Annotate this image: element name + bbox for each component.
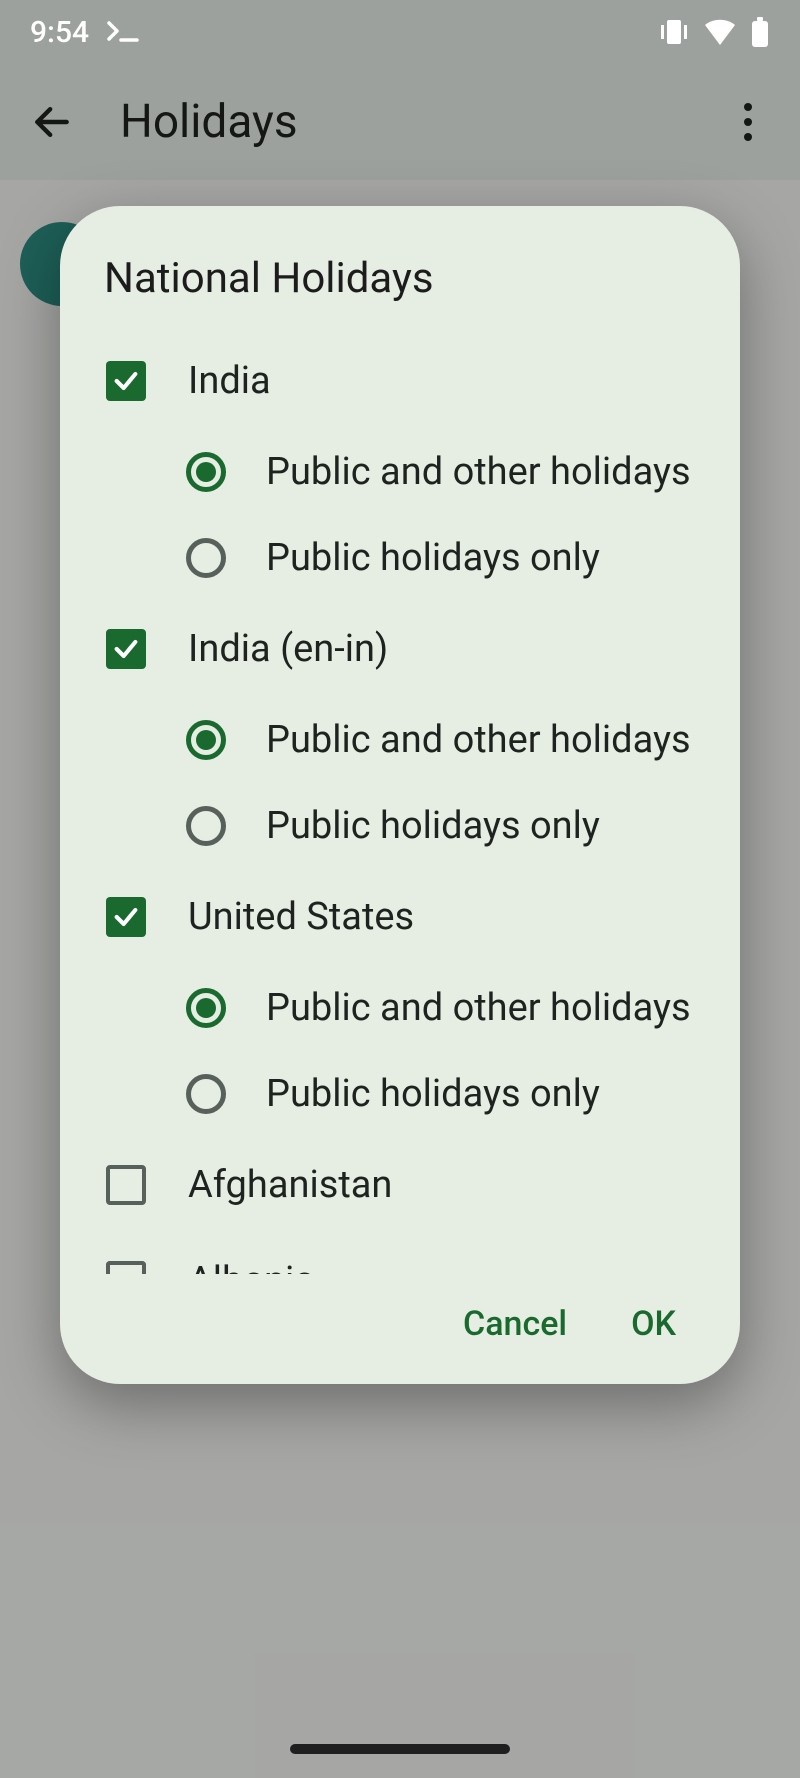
radio-unselected-icon[interactable] [186, 538, 226, 578]
cancel-button[interactable]: Cancel [463, 1304, 567, 1344]
checkbox-unchecked-icon[interactable] [106, 1261, 146, 1274]
checkbox-checked-icon[interactable] [106, 629, 146, 669]
country-label: United States [188, 895, 414, 939]
ok-button[interactable]: OK [631, 1304, 676, 1344]
dialog-actions: Cancel OK [60, 1274, 740, 1384]
country-row[interactable]: India [100, 333, 700, 429]
gesture-nav-pill[interactable] [290, 1744, 510, 1754]
radio-row[interactable]: Public holidays only [100, 783, 700, 869]
radio-label: Public and other holidays [266, 718, 691, 762]
radio-label: Public and other holidays [266, 450, 691, 494]
vibrate-icon [658, 18, 690, 46]
country-row[interactable]: United States [100, 869, 700, 965]
radio-unselected-icon[interactable] [186, 806, 226, 846]
checkbox-checked-icon[interactable] [106, 897, 146, 937]
country-label: Afghanistan [188, 1163, 392, 1207]
radio-label: Public holidays only [266, 804, 600, 848]
checkbox-unchecked-icon[interactable] [106, 1165, 146, 1205]
radio-row[interactable]: Public and other holidays [100, 965, 700, 1051]
radio-row[interactable]: Public holidays only [100, 1051, 700, 1137]
radio-unselected-icon[interactable] [186, 1074, 226, 1114]
country-label: India (en-in) [188, 627, 388, 671]
radio-label: Public holidays only [266, 536, 600, 580]
dialog-list[interactable]: India Public and other holidays Public hol… [60, 333, 740, 1274]
status-bar: 9:54 [0, 0, 800, 64]
battery-icon [750, 17, 770, 47]
country-label: Albania [188, 1259, 315, 1274]
radio-row[interactable]: Public and other holidays [100, 697, 700, 783]
country-row[interactable]: Afghanistan [100, 1137, 700, 1233]
terminal-icon [107, 19, 141, 45]
radio-label: Public holidays only [266, 1072, 600, 1116]
status-time: 9:54 [30, 15, 89, 50]
country-row[interactable]: India (en-in) [100, 601, 700, 697]
national-holidays-dialog: National Holidays India Public and other … [60, 206, 740, 1384]
radio-selected-icon[interactable] [186, 988, 226, 1028]
dialog-title: National Holidays [60, 206, 740, 333]
radio-selected-icon[interactable] [186, 452, 226, 492]
radio-selected-icon[interactable] [186, 720, 226, 760]
country-row[interactable]: Albania [100, 1233, 700, 1274]
checkbox-checked-icon[interactable] [106, 361, 146, 401]
radio-row[interactable]: Public holidays only [100, 515, 700, 601]
wifi-icon [704, 19, 736, 45]
country-label: India [188, 359, 271, 403]
radio-row[interactable]: Public and other holidays [100, 429, 700, 515]
radio-label: Public and other holidays [266, 986, 691, 1030]
